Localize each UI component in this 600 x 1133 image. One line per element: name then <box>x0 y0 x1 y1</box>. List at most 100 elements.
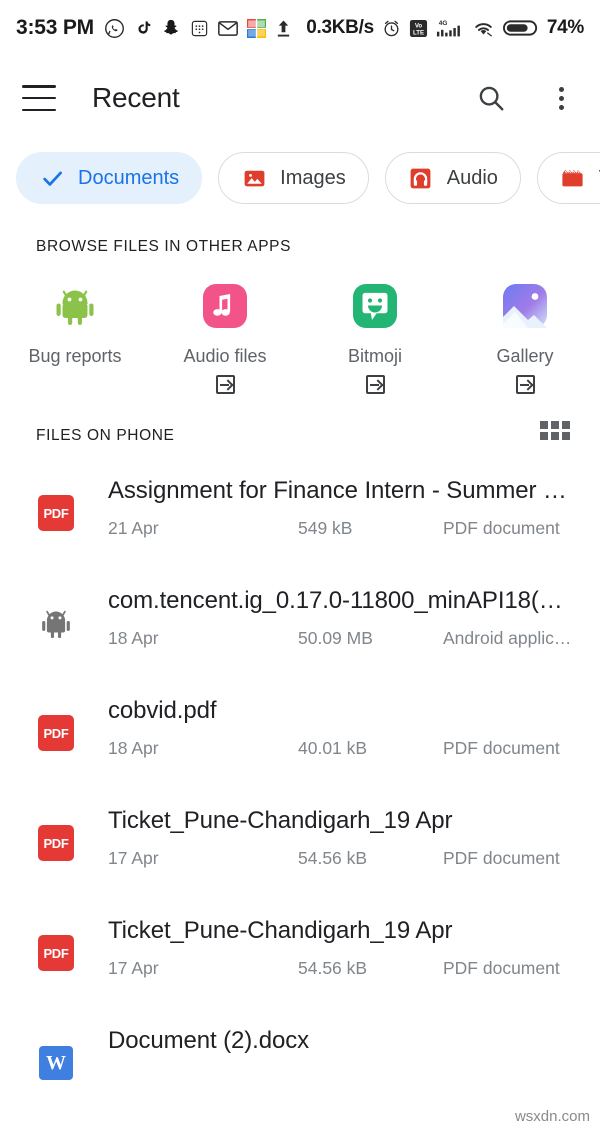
file-meta: 18 Apr 50.09 MB Android applic… <box>108 628 580 649</box>
app-shortcut-audio-files[interactable]: Audio files <box>150 280 300 395</box>
file-date: 17 Apr <box>108 848 159 869</box>
files-app-screen: 3:53 PM 0.3KB/s Vo LTE 4G 74% Recent Doc… <box>0 0 600 1133</box>
file-size: 54.56 kB <box>298 958 368 979</box>
pdf-badge-label: PDF <box>38 825 74 861</box>
file-size: 40.01 kB <box>298 738 368 759</box>
file-type: PDF document <box>443 518 560 539</box>
file-name: Document (2).docx <box>108 1027 310 1054</box>
chip-audio[interactable]: Audio <box>384 152 521 204</box>
app-shortcut-bitmoji[interactable]: Bitmoji <box>300 280 450 395</box>
status-bar-notification-icons <box>104 18 292 39</box>
chip-video[interactable]: Vi <box>536 152 600 204</box>
file-meta: 17 Apr 54.56 kB PDF document <box>108 848 580 869</box>
app-shortcut-bug-reports-label: Bug reports <box>28 346 122 366</box>
image-icon <box>241 165 267 191</box>
file-size: 54.56 kB <box>298 848 368 869</box>
network-speed-label: 0.3KB/s <box>306 17 374 38</box>
status-bar-system-icons: 0.3KB/s Vo LTE 4G 74% <box>306 17 584 39</box>
check-icon <box>39 165 65 191</box>
headphones-icon <box>408 165 434 191</box>
table-row[interactable]: PDF Ticket_Pune-Chandigarh_19 Apr 17 Apr… <box>0 789 600 899</box>
file-details: cobvid.pdf 18 Apr 40.01 kB PDF document <box>108 695 580 759</box>
music-note-icon <box>199 280 251 332</box>
app-shortcut-gallery[interactable]: Gallery <box>450 280 600 395</box>
file-type: Android applic… <box>443 628 572 649</box>
pdf-file-icon: PDF <box>36 493 76 533</box>
android-apk-icon <box>36 603 76 643</box>
file-details: Ticket_Pune-Chandigarh_19 Apr 17 Apr 54.… <box>108 915 580 979</box>
app-shortcut-bug-reports[interactable]: Bug reports <box>0 280 150 395</box>
file-date: 18 Apr <box>108 738 159 759</box>
pdf-file-icon: PDF <box>36 823 76 863</box>
file-date: 17 Apr <box>108 958 159 979</box>
video-icon <box>560 165 586 191</box>
table-row[interactable]: PDF cobvid.pdf 18 Apr 40.01 kB PDF docum… <box>0 679 600 789</box>
alarm-icon <box>382 19 401 38</box>
svg-text:LTE: LTE <box>413 29 424 36</box>
open-in-new-icon <box>215 374 235 394</box>
file-type: PDF document <box>443 848 560 869</box>
page-title: Recent <box>92 82 180 113</box>
file-name: Ticket_Pune-Chandigarh_19 Apr <box>108 917 453 944</box>
whatsapp-icon <box>104 18 125 39</box>
pdf-badge-label: PDF <box>38 715 74 751</box>
dialpad-icon <box>190 19 209 38</box>
browse-section-title: BROWSE FILES IN OTHER APPS <box>36 238 292 255</box>
svg-text:4G: 4G <box>439 20 448 27</box>
volte-icon: Vo LTE <box>409 19 428 38</box>
table-row[interactable]: PDF Assignment for Finance Intern - Summ… <box>0 459 600 569</box>
wifi-icon <box>472 19 495 38</box>
status-bar-clock: 3:53 PM <box>16 16 94 39</box>
file-name: cobvid.pdf <box>108 697 217 724</box>
word-badge-label: W <box>39 1046 73 1080</box>
file-list: PDF Assignment for Finance Intern - Summ… <box>0 459 600 1119</box>
watermark: wsxdn.com <box>514 1108 590 1125</box>
gmail-icon <box>218 20 238 37</box>
gallery-photo-icon <box>499 280 551 332</box>
other-apps-shortcuts: Bug reports Audio files Bitmoji Gallery <box>0 256 600 395</box>
file-meta: 21 Apr 549 kB PDF document <box>108 518 580 539</box>
file-meta: 17 Apr 54.56 kB PDF document <box>108 958 580 979</box>
tiktok-icon <box>134 18 152 39</box>
app-toolbar: Recent <box>0 56 600 140</box>
more-vert-icon[interactable] <box>544 81 578 115</box>
chip-images[interactable]: Images <box>218 152 369 204</box>
grid-view-icon[interactable] <box>540 421 570 451</box>
hamburger-menu-icon[interactable] <box>22 85 56 111</box>
files-section-header: FILES ON PHONE <box>0 395 600 451</box>
status-bar: 3:53 PM 0.3KB/s Vo LTE 4G 74% <box>0 0 600 56</box>
file-type: PDF document <box>443 738 560 759</box>
search-icon[interactable] <box>474 81 508 115</box>
pdf-file-icon: PDF <box>36 713 76 753</box>
app-shortcut-gallery-label: Gallery <box>496 346 554 366</box>
word-file-icon: W <box>36 1043 76 1083</box>
file-details: Ticket_Pune-Chandigarh_19 Apr 17 Apr 54.… <box>108 805 580 869</box>
file-details: Assignment for Finance Intern - Summer …… <box>108 475 580 539</box>
file-size: 50.09 MB <box>298 628 373 649</box>
files-section-title: FILES ON PHONE <box>36 427 175 444</box>
pdf-file-icon: PDF <box>36 933 76 973</box>
table-row[interactable]: PDF Ticket_Pune-Chandigarh_19 Apr 17 Apr… <box>0 899 600 1009</box>
microsoft-office-icon <box>246 18 266 38</box>
file-date: 21 Apr <box>108 518 159 539</box>
file-meta: 18 Apr 40.01 kB PDF document <box>108 738 580 759</box>
app-shortcut-audio-files-label: Audio files <box>183 346 267 366</box>
table-row[interactable]: W Document (2).docx <box>0 1009 600 1119</box>
file-name: com.tencent.ig_0.17.0-11800_minAPI18(… <box>108 587 563 614</box>
chip-documents[interactable]: Documents <box>16 152 203 204</box>
app-shortcut-audio-files-sub <box>215 373 235 395</box>
table-row[interactable]: com.tencent.ig_0.17.0-11800_minAPI18(… 1… <box>0 569 600 679</box>
signal-4g-icon: 4G <box>436 18 464 38</box>
file-name: Ticket_Pune-Chandigarh_19 Apr <box>108 807 453 834</box>
file-details: Document (2).docx <box>108 1025 580 1068</box>
file-size: 549 kB <box>298 518 353 539</box>
app-shortcut-bitmoji-sub <box>365 373 385 395</box>
pdf-badge-label: PDF <box>38 495 74 531</box>
pdf-badge-label: PDF <box>38 935 74 971</box>
bitmoji-icon <box>349 280 401 332</box>
chip-audio-label: Audio <box>446 166 498 189</box>
file-details: com.tencent.ig_0.17.0-11800_minAPI18(… 1… <box>108 585 580 649</box>
app-shortcut-bitmoji-label: Bitmoji <box>347 346 402 366</box>
filter-chips: Documents Images Audio Vi <box>0 140 600 212</box>
file-date: 18 Apr <box>108 628 159 649</box>
